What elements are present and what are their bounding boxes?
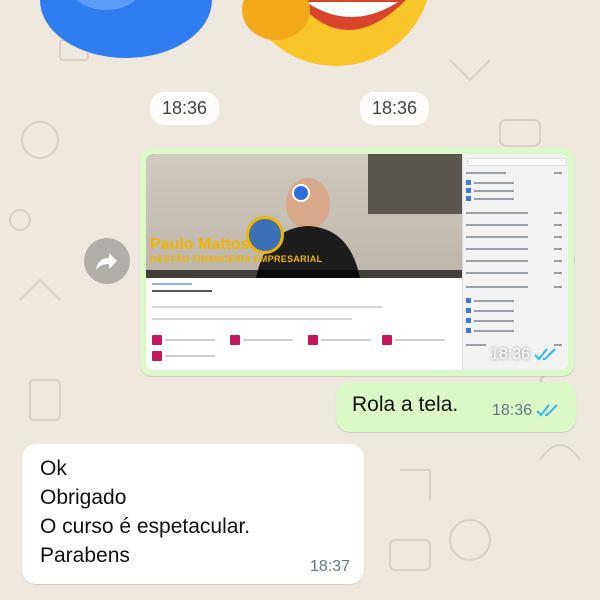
double-check-icon (534, 348, 556, 361)
message-timestamp: 18:37 (309, 558, 350, 575)
outgoing-text-message[interactable]: Rola a tela. 18:36 (336, 382, 576, 432)
thumbs-up-sticker (40, 0, 212, 58)
course-screenshot-image[interactable]: Paulo Mattos GESTÃO FINANCEIRA EMPRESARI… (146, 154, 568, 370)
message-line: Ok (40, 457, 67, 480)
message-timestamp: 18:36 (491, 402, 532, 419)
outgoing-image-message[interactable]: Paulo Mattos GESTÃO FINANCEIRA EMPRESARI… (140, 148, 574, 376)
message-line: Obrigado (40, 486, 127, 509)
message-line: O curso é espetacular. (40, 515, 251, 538)
sticker-timestamp: 18:36 (150, 92, 220, 125)
message-line: Parabens (40, 544, 130, 567)
lesson-content-area (146, 278, 462, 370)
double-check-icon (536, 404, 558, 417)
image-timestamp: 18:36 (490, 346, 558, 364)
message-text: Ok Obrigado O curso é espetacular. Parab… (40, 454, 250, 570)
video-brand-overlay: Paulo Mattos GESTÃO FINANCEIRA EMPRESARI… (150, 236, 322, 264)
message-meta: 18:36 (492, 402, 560, 420)
forward-icon (96, 253, 117, 270)
sticker-timestamp: 18:36 (360, 92, 430, 125)
presenter-subtitle: GESTÃO FINANCEIRA EMPRESARIAL (150, 254, 323, 264)
presenter-name: Paulo Mattos (150, 236, 250, 253)
winking-smiley-sticker (242, 0, 428, 66)
play-indicator (292, 184, 310, 202)
video-controls-bar (146, 270, 462, 278)
course-sidebar (462, 154, 568, 370)
video-player: Paulo Mattos GESTÃO FINANCEIRA EMPRESARI… (146, 154, 462, 278)
incoming-text-message[interactable]: Ok Obrigado O curso é espetacular. Parab… (22, 444, 364, 584)
forward-button[interactable] (84, 238, 130, 284)
message-text: Rola a tela. (352, 393, 459, 416)
